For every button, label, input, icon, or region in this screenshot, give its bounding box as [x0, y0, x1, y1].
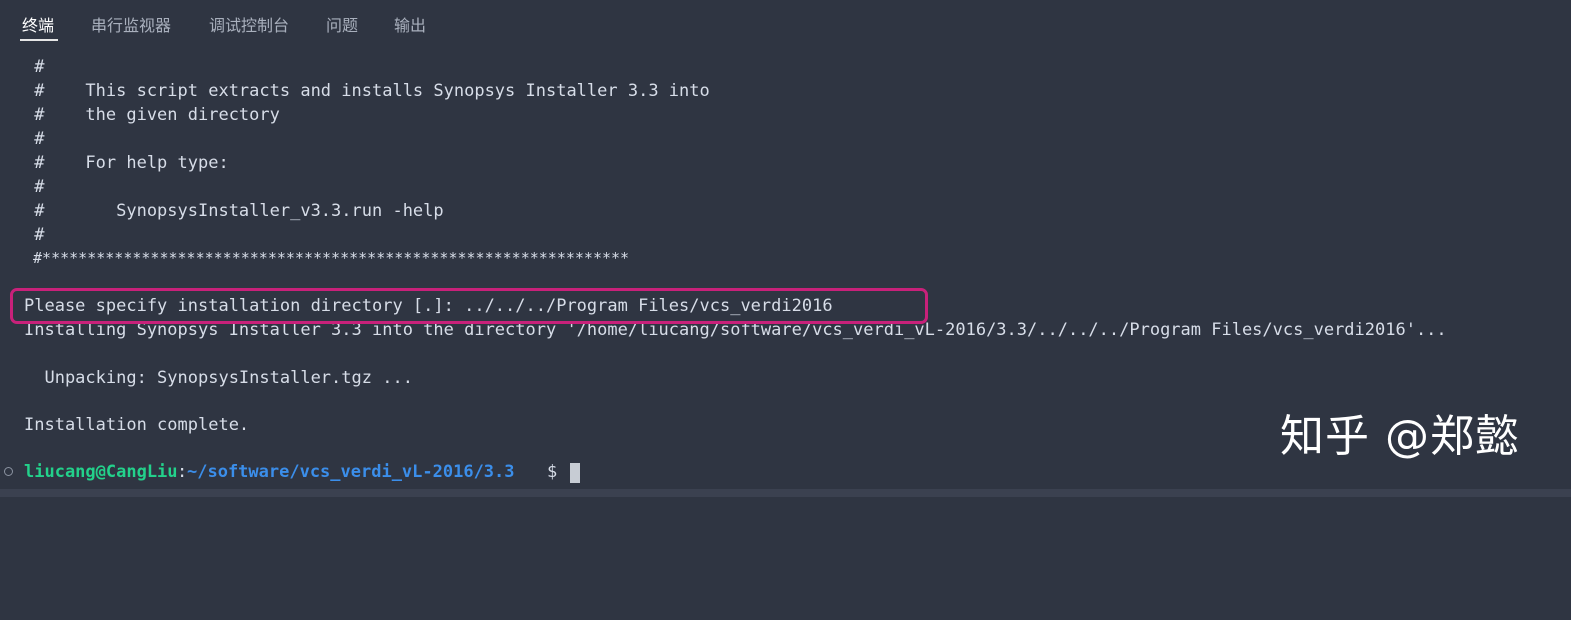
- terminal-line-install-dir-prompt: Please specify installation directory [.…: [24, 296, 833, 316]
- terminal-line: # SynopsysInstaller_v3.3.run -help: [24, 201, 444, 221]
- terminal-line: # For help type:: [24, 153, 229, 173]
- command-status-circle-icon[interactable]: [4, 467, 13, 476]
- terminal-line: # the given directory: [24, 105, 280, 125]
- terminal-line: #: [24, 225, 45, 245]
- terminal-line: Unpacking: SynopsysInstaller.tgz ...: [24, 368, 413, 388]
- terminal-line: #: [24, 57, 45, 77]
- prompt-user-host: liucang@CangLiu: [24, 462, 178, 482]
- prompt-separator: :: [177, 462, 188, 482]
- bottom-edge: [0, 489, 1571, 497]
- prompt-path: ~/software/vcs_verdi_vL-2016/3.3: [187, 462, 515, 482]
- terminal-cursor: [570, 463, 580, 483]
- terminal-line: #: [24, 129, 45, 149]
- watermark: 知乎 @郑懿: [1280, 411, 1520, 462]
- terminal-line: Installation complete.: [24, 415, 250, 435]
- prompt-symbol: $: [547, 462, 558, 482]
- shell-prompt[interactable]: liucang@CangLiu : ~/software/vcs_verdi_v…: [0, 460, 580, 486]
- terminal-line: #: [24, 177, 45, 197]
- terminal-line: # This script extracts and installs Syno…: [24, 81, 710, 101]
- terminal-line: #***************************************…: [24, 249, 630, 267]
